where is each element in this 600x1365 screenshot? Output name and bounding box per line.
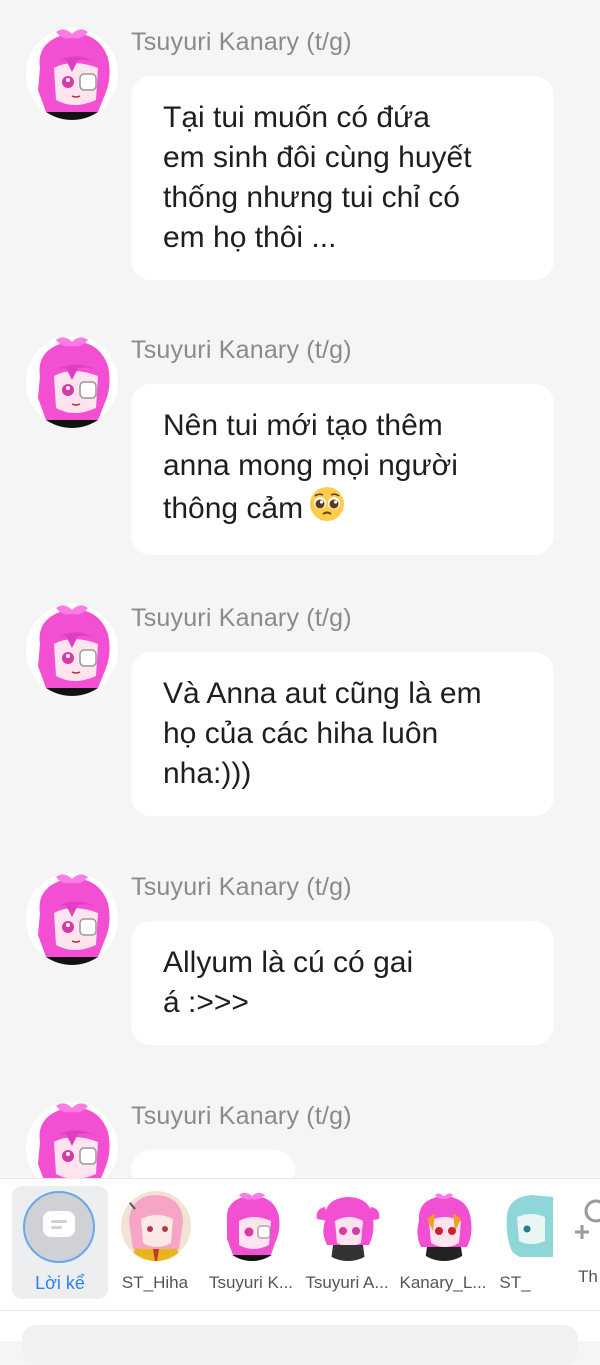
chat-feed[interactable]: Tsuyuri Kanary (t/g) Tại tui muốn có đứa…	[0, 0, 600, 1178]
sender-name: Tsuyuri Kanary (t/g)	[131, 28, 352, 56]
character-avatar	[217, 1191, 287, 1261]
message-input[interactable]	[22, 1325, 578, 1365]
character-item[interactable]: Tsuyuri K...	[203, 1179, 299, 1311]
message-bubble[interactable]: Tại tui muốn có đứa em sinh đôi cùng huy…	[131, 76, 554, 280]
character-label: Tsuyuri A...	[305, 1273, 389, 1292]
character-label: ST_Hiha	[121, 1273, 189, 1292]
message-line: nha:)))	[163, 757, 252, 790]
character-label: Kanary_L...	[399, 1273, 487, 1292]
narrator-label: Lời kể	[35, 1273, 85, 1293]
character-item[interactable]: ST_Hiha	[107, 1179, 203, 1311]
message-bubble[interactable]	[131, 1150, 295, 1178]
message-line: Tại tui muốn có đứa	[163, 101, 430, 134]
sender-avatar[interactable]	[26, 873, 118, 965]
add-character-button[interactable]: Th	[574, 1197, 600, 1297]
message-bubble[interactable]: Nên tui mới tạo thêm anna mong mọi người…	[131, 384, 554, 555]
message-line: thống nhưng tui chỉ có	[163, 181, 460, 214]
message-bubble[interactable]: Allyum là cú có gai á :>>>	[131, 921, 554, 1045]
message-line: anna mong mọi người	[163, 449, 458, 482]
character-avatar	[501, 1191, 553, 1261]
sender-avatar[interactable]	[26, 336, 118, 428]
character-avatar	[121, 1191, 191, 1261]
character-item[interactable]: Kanary_L...	[395, 1179, 491, 1311]
message-line: em sinh đôi cùng huyết	[163, 141, 472, 174]
pleading-face-emoji	[309, 486, 345, 533]
character-label: Tsuyuri K...	[208, 1273, 294, 1292]
sender-avatar[interactable]	[26, 1102, 118, 1178]
character-label: ST_	[499, 1273, 531, 1292]
sender-name: Tsuyuri Kanary (t/g)	[131, 604, 352, 632]
narrator-button[interactable]: Lời kể	[12, 1186, 108, 1299]
message-line: á :>>>	[163, 986, 249, 1019]
chat-bubble-icon	[33, 1209, 85, 1250]
character-bar: Lời kể ST_Hiha Tsuyuri K... Tsuyuri A...…	[0, 1178, 600, 1311]
composer-area	[0, 1310, 600, 1365]
message-line: Nên tui mới tạo thêm	[163, 409, 443, 442]
character-avatar	[313, 1191, 383, 1261]
sender-name: Tsuyuri Kanary (t/g)	[131, 336, 352, 364]
sender-name: Tsuyuri Kanary (t/g)	[131, 873, 352, 901]
sender-avatar[interactable]	[26, 604, 118, 696]
message-line: Allyum là cú có gai	[163, 946, 414, 979]
sender-name: Tsuyuri Kanary (t/g)	[131, 1102, 352, 1130]
message-line-with-emoji: thông cảm	[163, 486, 530, 533]
add-character-label: Th	[578, 1267, 598, 1286]
character-item[interactable]: Tsuyuri A...	[299, 1179, 395, 1311]
message-line: họ của các hiha luôn	[163, 717, 439, 750]
message-line: Và Anna aut cũng là em	[163, 677, 482, 710]
message-line: em họ thôi ...	[163, 221, 337, 254]
character-item[interactable]: ST_	[491, 1179, 587, 1311]
message-bubble[interactable]: Và Anna aut cũng là em họ của các hiha l…	[131, 652, 554, 816]
sender-avatar[interactable]	[26, 28, 118, 120]
add-person-icon	[574, 1199, 600, 1251]
character-avatar	[409, 1191, 479, 1261]
message-line: thông cảm	[163, 492, 304, 525]
